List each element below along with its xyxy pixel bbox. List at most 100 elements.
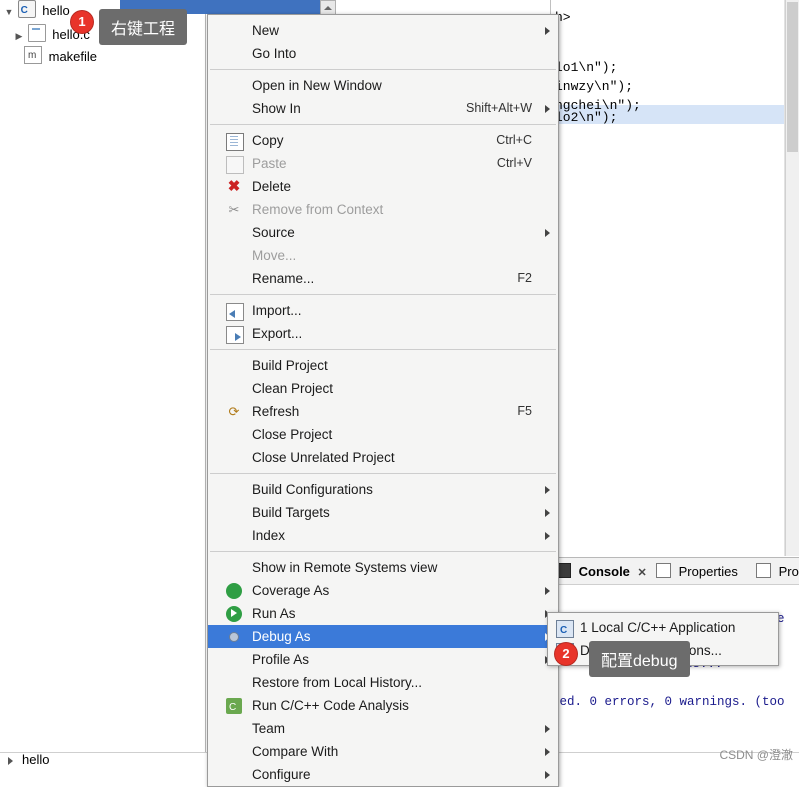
menu-item-accelerator: Shift+Alt+W <box>466 101 532 115</box>
coverage-icon <box>226 583 242 599</box>
menu-item-refresh[interactable]: ⟳ Refresh F5 <box>208 400 558 423</box>
menu-item-configure[interactable]: Configure <box>208 763 558 786</box>
submenu-item-label: 1 Local C/C++ Application <box>580 620 736 635</box>
menu-item-build-configurations[interactable]: Build Configurations <box>208 478 558 501</box>
menu-item-copy[interactable]: Copy Ctrl+C <box>208 129 558 152</box>
menu-item-label: Run As <box>252 606 296 621</box>
c-app-icon <box>556 619 574 642</box>
c-project-icon <box>17 0 36 22</box>
menu-item-label: Delete <box>252 179 292 194</box>
tab-label: Pro <box>778 564 799 579</box>
menu-item-clean-project[interactable]: Clean Project <box>208 377 558 400</box>
menu-item-rename[interactable]: Rename... F2 <box>208 267 558 290</box>
menu-item-label: Index <box>252 528 286 543</box>
editor-vertical-scrollbar[interactable] <box>785 0 799 556</box>
menu-item-label: Clean Project <box>252 381 334 396</box>
menu-item-accelerator: Ctrl+C <box>496 133 532 147</box>
menu-item-show-in[interactable]: Show In Shift+Alt+W <box>208 97 558 120</box>
tab-label: Properties <box>678 564 738 579</box>
eclipse-ide-window: ▼ hello ▶ hello.c makefile h> lo1\n"); i… <box>0 0 799 787</box>
watermark: CSDN @澄澈 <box>719 748 793 762</box>
annotation-callout-2: 配置debug <box>589 641 690 677</box>
tree-item-makefile[interactable]: makefile <box>24 45 98 68</box>
submenu-item-local-c-cpp-application[interactable]: 1 Local C/C++ Application <box>548 616 778 642</box>
menu-item-source[interactable]: Source <box>208 221 558 244</box>
menu-item-close-project[interactable]: Close Project <box>208 423 558 446</box>
menu-item-coverage-as[interactable]: Coverage As <box>208 579 558 602</box>
tree-item-label: makefile <box>48 49 98 64</box>
properties-icon <box>656 563 671 578</box>
menu-item-go-into[interactable]: Go Into <box>208 42 558 65</box>
submenu-arrow-icon <box>545 509 550 517</box>
menu-item-label: Coverage As <box>252 583 330 598</box>
menu-item-build-targets[interactable]: Build Targets <box>208 501 558 524</box>
menu-item-label: Show In <box>252 101 301 116</box>
menu-item-label: Team <box>252 721 286 736</box>
submenu-arrow-icon <box>545 748 550 756</box>
expand-arrow-icon[interactable] <box>8 757 13 765</box>
menu-separator <box>210 69 556 70</box>
makefile-icon <box>24 45 42 67</box>
tree-item-project[interactable]: ▼ hello <box>4 0 70 22</box>
tab-label: Console <box>578 564 630 579</box>
menu-item-label: Paste <box>252 156 287 171</box>
annotation-badge-1: 1 <box>71 11 93 33</box>
submenu-arrow-icon <box>545 486 550 494</box>
menu-item-show-in-remote-systems-view[interactable]: Show in Remote Systems view <box>208 556 558 579</box>
menu-item-accelerator: F2 <box>517 271 532 285</box>
submenu-arrow-icon <box>545 725 550 733</box>
menu-item-label: Build Targets <box>252 505 330 520</box>
menu-item-debug-as[interactable]: Debug As <box>208 625 558 648</box>
menu-item-new[interactable]: New <box>208 19 558 42</box>
menu-item-restore-from-local-history[interactable]: Restore from Local History... <box>208 671 558 694</box>
menu-item-build-project[interactable]: Build Project <box>208 354 558 377</box>
menu-item-open-in-new-window[interactable]: Open in New Window <box>208 74 558 97</box>
menu-item-label: Import... <box>252 303 302 318</box>
collapse-arrow-icon[interactable]: ▶ <box>14 25 24 47</box>
progress-icon <box>756 563 771 578</box>
menu-item-team[interactable]: Team <box>208 717 558 740</box>
menu-separator <box>210 551 556 552</box>
menu-item-compare-with[interactable]: Compare With <box>208 740 558 763</box>
menu-separator <box>210 124 556 125</box>
expand-arrow-icon[interactable]: ▼ <box>4 1 14 23</box>
view-tabbar: Console ✕ Properties Pro <box>550 558 799 585</box>
menu-item-label: Profile As <box>252 652 310 667</box>
tab-properties[interactable]: Properties <box>656 561 738 583</box>
refresh-icon: ⟳ <box>228 404 240 419</box>
tab-console[interactable]: Console ✕ <box>556 561 647 583</box>
code-line: lo1\n"); <box>555 60 618 75</box>
menu-item-label: Debug As <box>252 629 311 644</box>
c-source-file-icon <box>27 24 46 42</box>
close-icon[interactable]: ✕ <box>638 562 647 584</box>
menu-item-label: Compare With <box>252 744 339 759</box>
menu-item-label: Restore from Local History... <box>252 675 423 690</box>
code-line: inwzy\n"); <box>555 79 634 94</box>
remove-from-context-icon: ✂ <box>228 202 240 217</box>
project-context-menu[interactable]: New Go Into Open in New Window Show In S… <box>207 14 559 787</box>
menu-item-accelerator: F5 <box>517 404 532 418</box>
status-bar-label: hello <box>22 752 50 767</box>
menu-item-index[interactable]: Index <box>208 524 558 547</box>
menu-item-label: Show in Remote Systems view <box>252 560 438 575</box>
menu-item-delete[interactable]: ✖ Delete <box>208 175 558 198</box>
menu-item-label: Close Unrelated Project <box>252 450 395 465</box>
code-line: lo2\n"); <box>555 110 618 125</box>
submenu-arrow-icon <box>545 587 550 595</box>
menu-item-run-code-analysis[interactable]: Run C/C++ Code Analysis <box>208 694 558 719</box>
submenu-arrow-icon <box>545 771 550 779</box>
code-analysis-icon <box>226 696 242 719</box>
menu-item-close-unrelated-project[interactable]: Close Unrelated Project <box>208 446 558 469</box>
paste-icon <box>226 156 244 174</box>
menu-item-accelerator: Ctrl+V <box>496 156 532 170</box>
menu-item-import[interactable]: Import... <box>208 299 558 322</box>
console-line: hed. 0 errors, 0 warnings. (too <box>552 695 785 709</box>
menu-item-profile-as[interactable]: Profile As <box>208 648 558 671</box>
scrollbar-thumb[interactable] <box>787 2 798 152</box>
menu-item-run-as[interactable]: Run As <box>208 602 558 625</box>
tab-progress[interactable]: Pro <box>756 561 799 583</box>
annotation-callout-1: 右键工程 <box>99 9 188 45</box>
menu-item-export[interactable]: Export... <box>208 322 558 345</box>
source-editor[interactable]: h> lo1\n"); inwzy\n"); ngchei\n"); lo2\n… <box>550 0 799 556</box>
debug-icon <box>226 629 242 645</box>
